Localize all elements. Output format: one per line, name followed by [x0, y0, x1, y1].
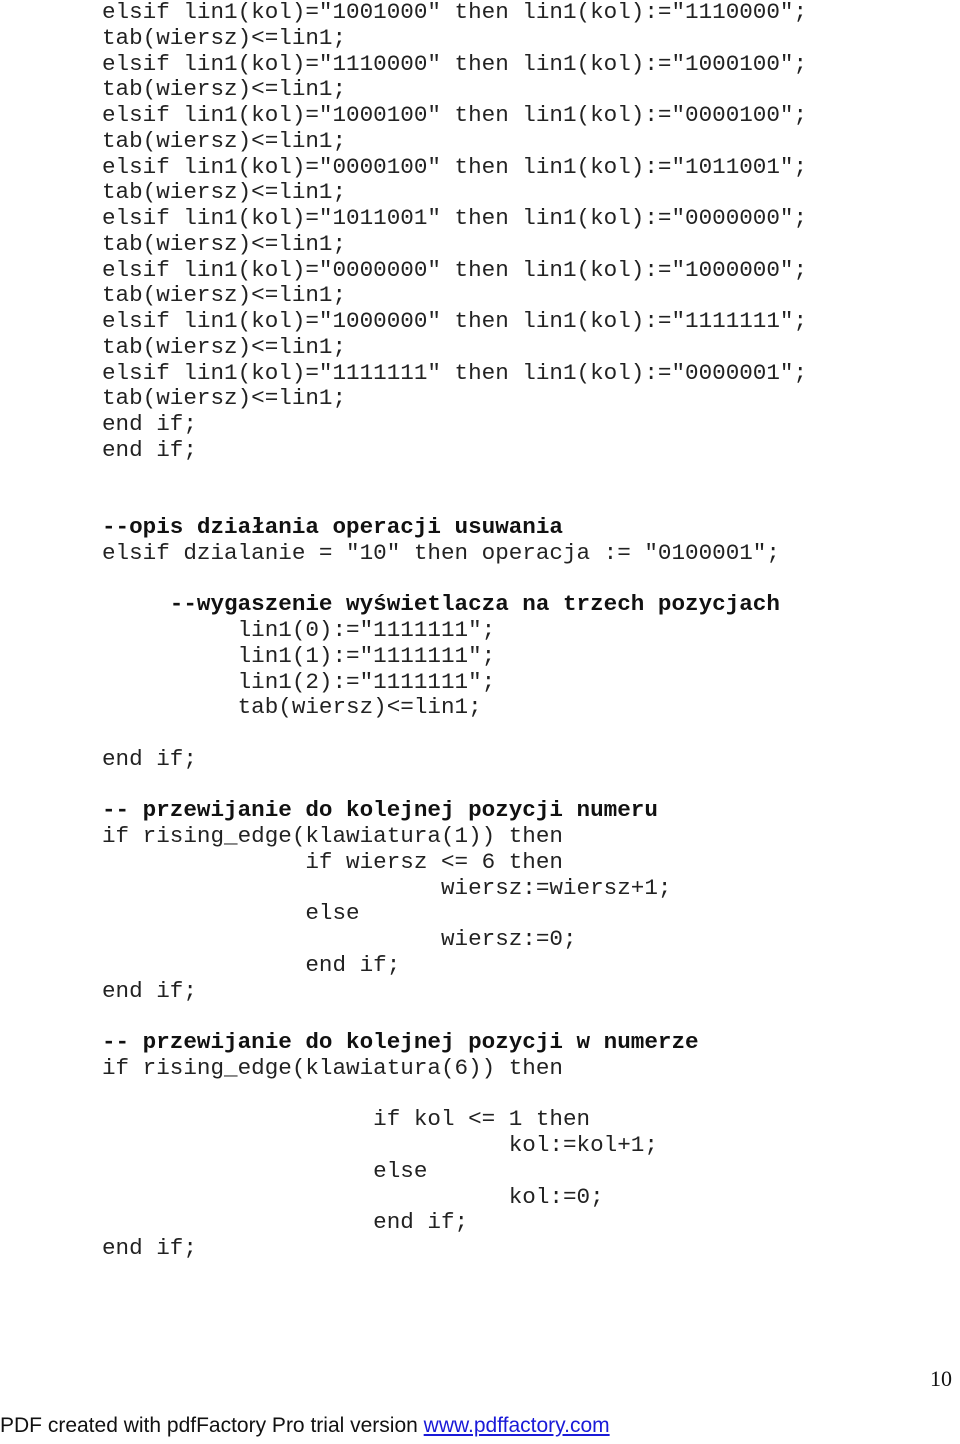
code-line: elsif lin1(kol)="1000000" then lin1(kol)…	[102, 308, 808, 334]
code-comment-line: -- przewijanie do kolejnej pozycji w num…	[102, 1029, 699, 1055]
code-line: elsif lin1(kol)="0000100" then lin1(kol)…	[102, 153, 808, 180]
footer-link[interactable]: www.pdffactory.com	[424, 1414, 610, 1437]
code-line: end if;	[102, 745, 197, 772]
footer: PDF created with pdfFactory Pro trial ve…	[0, 1414, 610, 1438]
code-line: lin1(0):="1111111";	[102, 617, 496, 643]
code-line: tab(wiersz)<=lin1;	[102, 333, 347, 360]
code-line: tab(wiersz)<=lin1;	[102, 127, 347, 154]
code-line: end if;	[102, 411, 197, 437]
code-line: end if;	[102, 1209, 469, 1236]
code-line: end if;	[102, 977, 197, 1004]
code-comment-line: --wygaszenie wyświetlacza na trzech pozy…	[102, 591, 780, 618]
code-line: wiersz:=wiersz+1;	[102, 874, 672, 901]
code-line: elsif lin1(kol)="1001000" then lin1(kol)…	[102, 0, 808, 25]
code-line: if rising_edge(klawiatura(1)) then	[102, 823, 563, 849]
code-line: else	[102, 900, 360, 927]
code-line: kol:=0;	[102, 1183, 604, 1210]
code-line: tab(wiersz)<=lin1;	[102, 385, 347, 412]
code-line: if rising_edge(klawiatura(6)) then	[102, 1054, 563, 1081]
code-line: tab(wiersz)<=lin1;	[102, 694, 482, 721]
code-listing: elsif lin1(kol)="1001000" then lin1(kol)…	[102, 0, 807, 1262]
code-line: elsif lin1(kol)="1000100" then lin1(kol)…	[102, 102, 808, 128]
code-line: elsif lin1(kol)="0000000" then lin1(kol)…	[102, 256, 808, 283]
code-line: if kol <= 1 then	[102, 1106, 591, 1133]
code-line: end if;	[102, 436, 197, 463]
code-line: tab(wiersz)<=lin1;	[102, 76, 347, 103]
code-line: lin1(2):="1111111";	[102, 668, 496, 695]
code-line: end if;	[102, 1235, 197, 1261]
code-line: tab(wiersz)<=lin1;	[102, 24, 347, 51]
code-line: end if;	[102, 951, 401, 978]
code-line: lin1(1):="1111111";	[102, 642, 496, 669]
code-line: tab(wiersz)<=lin1;	[102, 179, 347, 206]
code-comment-line: -- przewijanie do kolejnej pozycji numer…	[102, 797, 658, 824]
code-line: tab(wiersz)<=lin1;	[102, 230, 347, 257]
code-line: elsif lin1(kol)="1110000" then lin1(kol)…	[102, 50, 808, 77]
code-line: kol:=kol+1;	[102, 1132, 658, 1158]
code-line: elsif dzialanie = "10" then operacja := …	[102, 539, 780, 566]
page-number: 10	[930, 1366, 952, 1391]
code-line: if wiersz <= 6 then	[102, 848, 563, 875]
code-line: elsif lin1(kol)="1111111" then lin1(kol)…	[102, 359, 808, 386]
code-line: else	[102, 1157, 428, 1184]
code-comment-line: --opis działania operacji usuwania	[102, 514, 563, 540]
code-line: wiersz:=0;	[102, 926, 577, 952]
code-line: elsif lin1(kol)="1011001" then lin1(kol)…	[102, 205, 808, 231]
code-line: tab(wiersz)<=lin1;	[102, 282, 347, 309]
footer-text: PDF created with pdfFactory Pro trial ve…	[0, 1414, 424, 1437]
